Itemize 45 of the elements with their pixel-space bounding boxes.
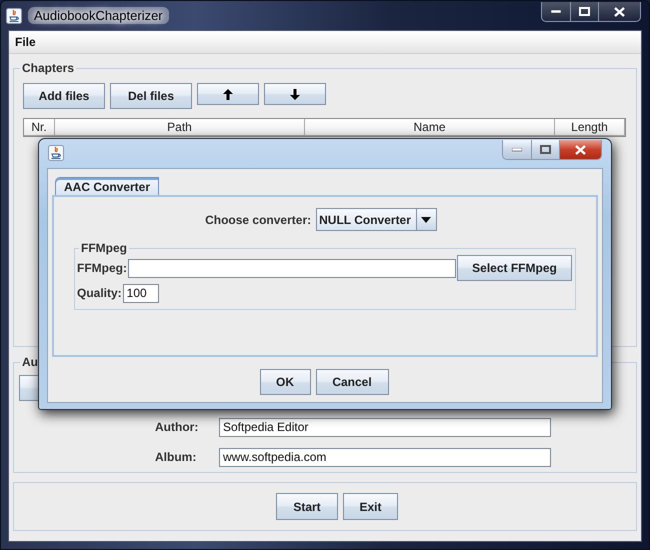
converter-dropdown[interactable]: NULL Converter — [316, 208, 437, 231]
up-arrow-icon — [223, 88, 233, 100]
minimize-icon — [551, 10, 561, 14]
close-icon — [614, 6, 625, 16]
field-label: Album: — [155, 450, 198, 464]
dialog-button[interactable]: Cancel — [316, 369, 388, 395]
menu-item[interactable]: File — [14, 35, 37, 49]
close-icon — [575, 144, 586, 154]
toolbar-button[interactable]: Add files — [23, 83, 105, 109]
field-label: FFMpeg: — [77, 261, 127, 275]
java-cup-icon — [48, 145, 64, 161]
panel-title: Au — [21, 355, 39, 369]
caret-icon — [421, 216, 432, 222]
column-header[interactable]: Nr. — [24, 119, 55, 136]
dialog-button[interactable]: OK — [260, 369, 310, 395]
minimize-button[interactable] — [542, 2, 570, 21]
toolbar-button[interactable]: Del files — [110, 83, 192, 109]
text-field[interactable]: Softpedia Editor — [219, 418, 551, 436]
panel-title: FFMpeg — [80, 241, 128, 255]
minimize-icon — [512, 148, 522, 152]
maximize-icon — [540, 145, 551, 154]
move-up-button[interactable] — [197, 83, 259, 105]
text-field[interactable]: www.softpedia.com — [219, 448, 551, 466]
action-button[interactable]: Start — [276, 493, 338, 520]
tab[interactable]: AAC Converter — [55, 177, 160, 195]
move-down-button[interactable] — [264, 83, 326, 105]
maximize-button[interactable] — [570, 2, 598, 21]
column-header[interactable]: Name — [305, 119, 555, 136]
field-label: Quality: — [77, 286, 122, 300]
close-button[interactable] — [559, 140, 601, 159]
maximize-button[interactable] — [531, 140, 559, 159]
dropdown-button[interactable] — [416, 209, 436, 230]
column-header[interactable]: Length — [555, 119, 625, 136]
panel-title: Chapters — [21, 61, 76, 75]
maximize-icon — [579, 7, 590, 16]
column-header[interactable]: Path — [55, 119, 305, 136]
path-field[interactable] — [128, 258, 456, 278]
select-ffmpeg-button[interactable]: Select FFMpeg — [457, 255, 572, 281]
quality-field[interactable]: 100 — [122, 284, 159, 302]
down-arrow-icon — [290, 88, 300, 100]
close-button[interactable] — [598, 2, 640, 21]
java-cup-icon — [6, 8, 22, 24]
field-label: Author: — [155, 420, 200, 434]
field-label: Choose converter: — [205, 212, 312, 226]
action-button[interactable]: Exit — [343, 493, 398, 520]
